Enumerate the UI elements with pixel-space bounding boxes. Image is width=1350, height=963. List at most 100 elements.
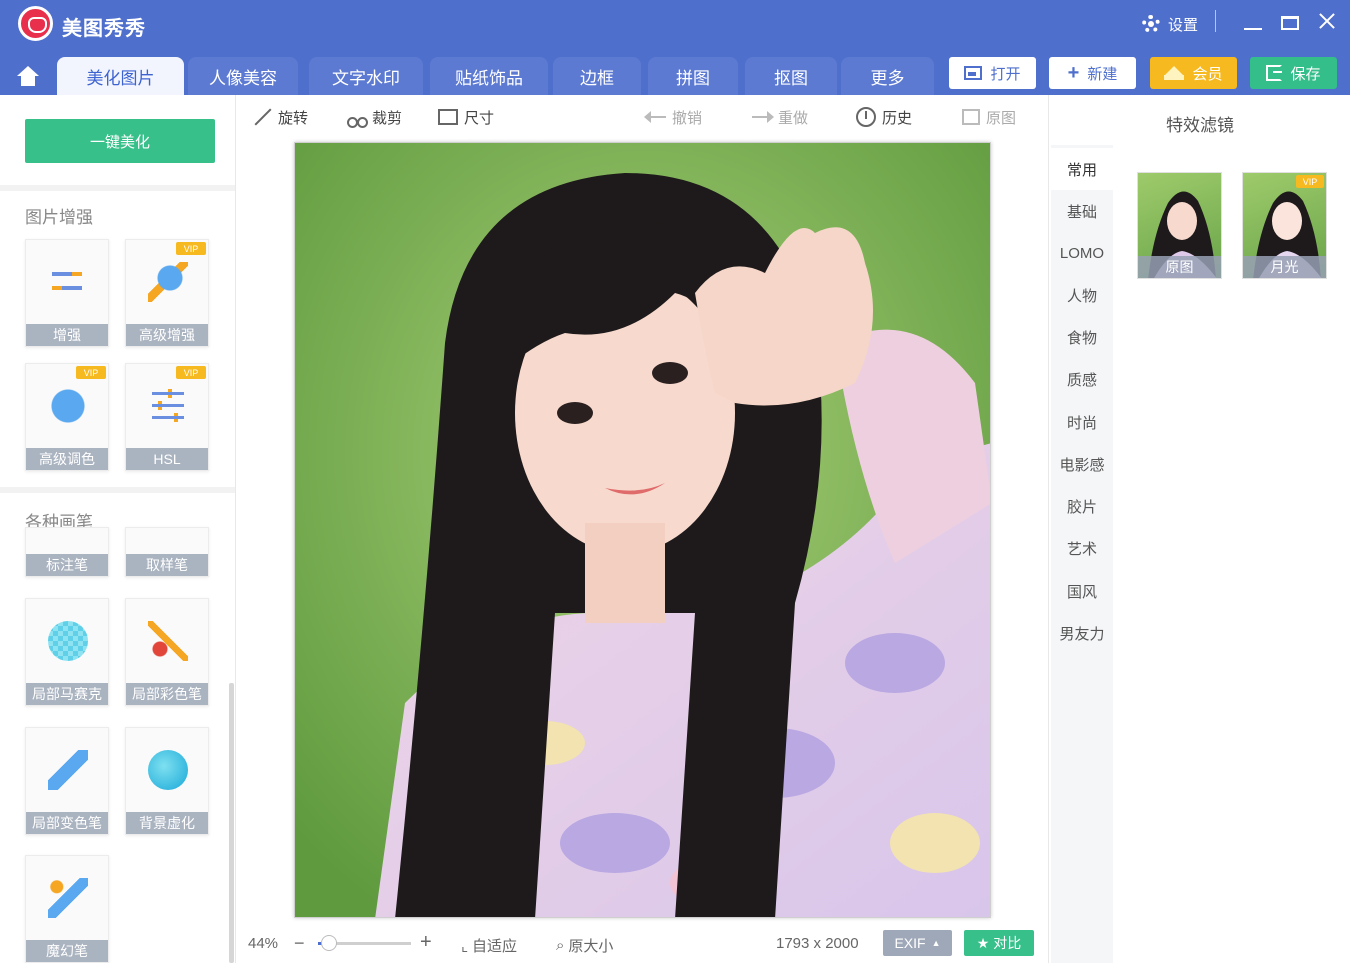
exif-label: EXIF <box>894 935 926 951</box>
tab-more[interactable]: 更多 <box>841 57 934 95</box>
tab-text-watermark[interactable]: 文字水印 <box>309 57 423 95</box>
crop-label: 裁剪 <box>372 109 403 127</box>
tab-stickers[interactable]: 贴纸饰品 <box>430 57 548 95</box>
close-icon[interactable] <box>1316 10 1338 32</box>
recolor-pen-icon <box>48 750 88 790</box>
compare-button[interactable]: ★ 对比 <box>964 930 1034 956</box>
rotate-icon <box>254 108 272 126</box>
tool-label: 标注笔 <box>26 554 108 576</box>
fit-button[interactable]: ⌞ 自适应 <box>461 935 517 956</box>
edited-photo[interactable] <box>294 142 991 918</box>
tool-local-recolor-pen[interactable]: 局部变色笔 <box>25 727 109 835</box>
redo-button[interactable]: 重做 <box>752 107 808 127</box>
tool-marker-pen[interactable]: 标注笔 <box>25 527 109 577</box>
undo-label: 撤销 <box>672 109 703 127</box>
magnifier-icon: ⌕ <box>556 937 565 954</box>
image-dimensions: 1793 x 2000 <box>776 935 859 952</box>
fit-icon: ⌞ <box>461 937 469 955</box>
category-texture[interactable]: 质感 <box>1051 358 1113 400</box>
tool-label: 高级调色 <box>26 448 108 470</box>
plus-icon: + <box>1067 62 1080 84</box>
tool-background-blur[interactable]: 背景虚化 <box>125 727 209 835</box>
tool-magic-pen[interactable]: 魔幻笔 <box>25 855 109 963</box>
zoom-level: 44% <box>248 935 279 952</box>
tab-frames[interactable]: 边框 <box>553 57 641 95</box>
category-film[interactable]: 胶片 <box>1051 485 1113 527</box>
crop-button[interactable]: 裁剪 <box>346 107 403 128</box>
history-label: 历史 <box>882 109 913 127</box>
maximize-icon[interactable] <box>1281 16 1299 30</box>
compare-icon: ★ <box>976 934 990 951</box>
home-icon[interactable] <box>16 66 40 87</box>
zoom-in-icon[interactable]: + <box>420 931 432 954</box>
open-button[interactable]: 打开 <box>949 57 1036 89</box>
tool-label: HSL <box>126 448 208 470</box>
portrait-illustration <box>295 143 990 917</box>
actual-size-button[interactable]: ⌕ 原大小 <box>556 935 613 956</box>
tool-advanced-color[interactable]: VIP 高级调色 <box>25 363 109 471</box>
hsl-sliders-icon <box>148 386 188 426</box>
tool-sampler-pen[interactable]: 取样笔 <box>125 527 209 577</box>
export-icon <box>1266 65 1283 81</box>
tool-label: 局部彩色笔 <box>126 683 208 705</box>
vip-badge: VIP <box>1296 175 1324 188</box>
vip-badge: VIP <box>76 366 106 379</box>
tab-cutout[interactable]: 抠图 <box>745 57 837 95</box>
tab-collage[interactable]: 拼图 <box>648 57 738 95</box>
tool-hsl[interactable]: VIP HSL <box>125 363 209 471</box>
actual-size-label: 原大小 <box>568 938 614 955</box>
tool-label: 魔幻笔 <box>26 940 108 962</box>
filter-label: 原图 <box>1138 256 1221 278</box>
open-label: 打开 <box>990 65 1021 83</box>
edit-toolbar: 旋转 裁剪 尺寸 撤销 重做 历史 原图 <box>236 95 1048 139</box>
redo-icon <box>752 111 774 123</box>
category-lomo[interactable]: LOMO <box>1051 232 1113 274</box>
category-cinematic[interactable]: 电影感 <box>1051 443 1113 485</box>
app-logo-icon <box>18 6 53 41</box>
tool-label: 取样笔 <box>126 554 208 576</box>
original-button[interactable]: 原图 <box>962 107 1016 127</box>
category-chinese-style[interactable]: 国风 <box>1051 570 1113 612</box>
enhance-section-title: 图片增强 <box>25 208 93 227</box>
main-nav: 美化图片 人像美容 文字水印 贴纸饰品 边框 拼图 抠图 更多 打开 + 新建 … <box>0 52 1350 95</box>
one-click-beautify-button[interactable]: 一键美化 <box>25 119 215 163</box>
tool-enhance[interactable]: 增强 <box>25 239 109 347</box>
left-tool-panel: 一键美化 图片增强 增强 VIP 高级增强 VIP 高级调色 VIP HSL 各… <box>0 95 236 963</box>
category-fashion[interactable]: 时尚 <box>1051 401 1113 443</box>
tool-local-color-brush[interactable]: 局部彩色笔 <box>125 598 209 706</box>
filter-moonlight[interactable]: VIP 月光 <box>1242 172 1327 279</box>
zoom-out-icon[interactable]: − <box>294 933 305 954</box>
tool-local-mosaic[interactable]: 局部马赛克 <box>25 598 109 706</box>
category-basic[interactable]: 基础 <box>1051 190 1113 232</box>
tool-advanced-enhance[interactable]: VIP 高级增强 <box>125 239 209 347</box>
tool-label: 背景虚化 <box>126 812 208 834</box>
tool-label: 局部马赛克 <box>26 683 108 705</box>
blur-icon <box>148 750 188 790</box>
vip-button[interactable]: 会员 <box>1150 57 1237 89</box>
category-food[interactable]: 食物 <box>1051 316 1113 358</box>
undo-button[interactable]: 撤销 <box>644 107 703 127</box>
zoom-slider[interactable] <box>318 935 411 951</box>
category-boyfriend[interactable]: 男友力 <box>1051 612 1113 654</box>
new-label: 新建 <box>1087 65 1118 83</box>
exif-button[interactable]: EXIF ▲ <box>883 930 952 956</box>
minimize-icon[interactable] <box>1244 12 1262 32</box>
original-image-icon <box>962 109 980 125</box>
history-button[interactable]: 历史 <box>856 107 912 127</box>
left-panel-scrollbar[interactable] <box>229 683 234 963</box>
color-brush-icon <box>148 621 188 661</box>
category-people[interactable]: 人物 <box>1051 274 1113 316</box>
save-button[interactable]: 保存 <box>1250 57 1337 89</box>
size-label: 尺寸 <box>464 109 495 127</box>
filter-original[interactable]: 原图 <box>1137 172 1222 279</box>
category-art[interactable]: 艺术 <box>1051 527 1113 569</box>
tab-portrait[interactable]: 人像美容 <box>188 57 298 95</box>
settings-label: 设置 <box>1168 16 1199 34</box>
new-button[interactable]: + 新建 <box>1049 57 1136 89</box>
tab-beautify[interactable]: 美化图片 <box>57 57 184 95</box>
magic-pen-icon <box>48 878 88 918</box>
category-common[interactable]: 常用 <box>1051 148 1113 190</box>
size-button[interactable]: 尺寸 <box>438 107 494 127</box>
rotate-button[interactable]: 旋转 <box>254 107 308 127</box>
settings-button[interactable]: 设置 <box>1142 12 1198 36</box>
